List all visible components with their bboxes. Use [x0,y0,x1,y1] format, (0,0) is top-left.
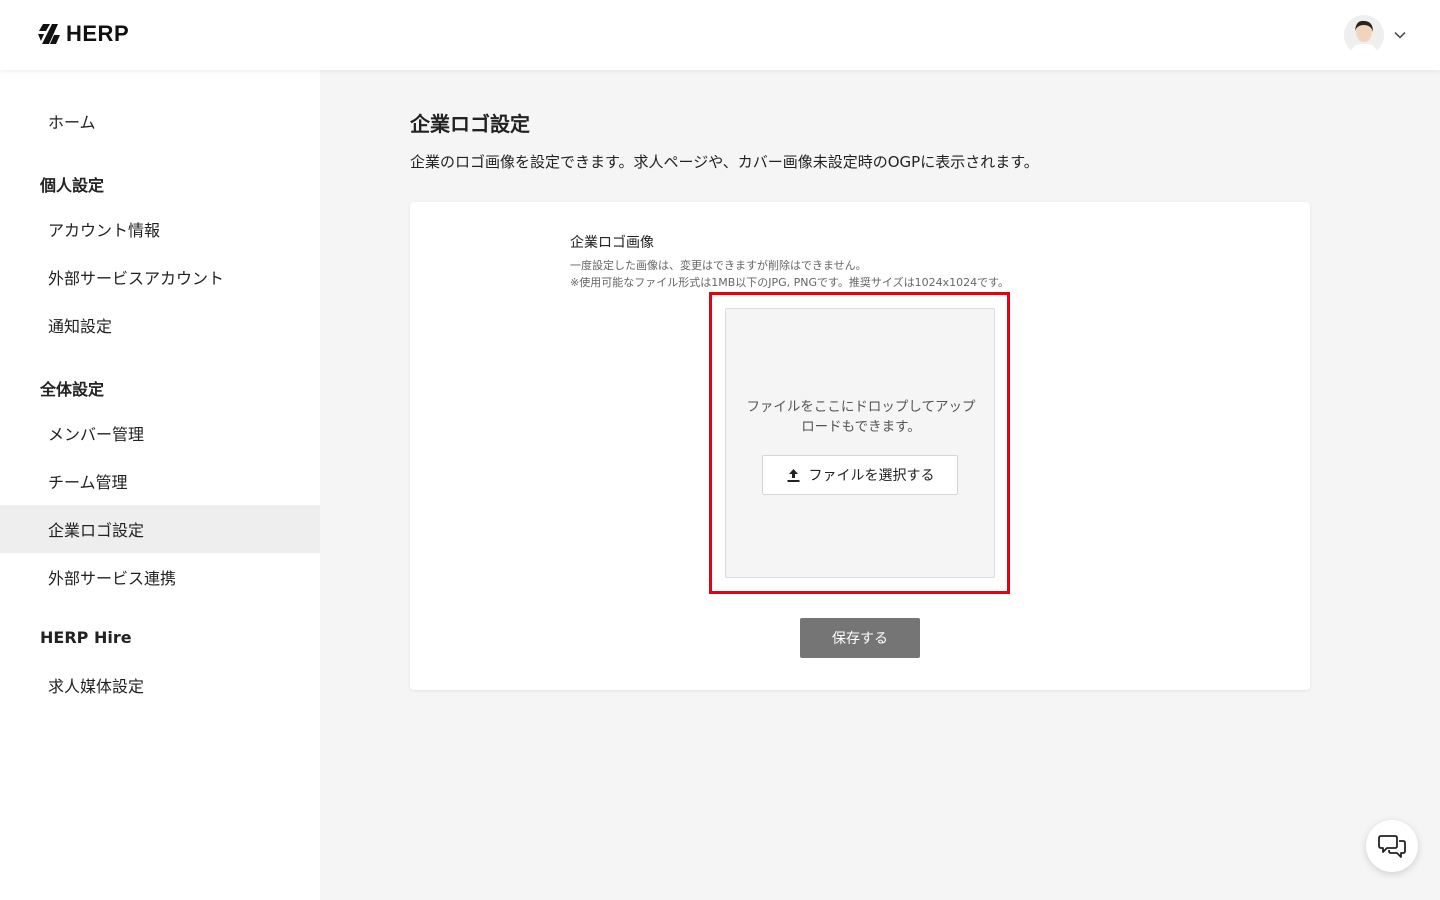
dropzone-text: ファイルをここにドロップしてアップロードもできます。 [746,399,976,435]
logo-text: HERP [66,21,130,46]
chat-button[interactable] [1366,820,1418,872]
field-label: 企業ロゴ画像 [570,235,654,251]
sidebar-item-label: 求人媒体設定 [48,677,145,696]
sidebar-item-label: ホーム [48,113,96,132]
sidebar-item-home[interactable]: ホーム [0,97,320,145]
sidebar-item-company-logo[interactable]: 企業ロゴ設定 [0,505,320,553]
sidebar-item-external-accounts[interactable]: 外部サービスアカウント [0,253,320,301]
chevron-down-icon[interactable] [1394,31,1406,39]
save-button[interactable]: 保存する [800,618,920,658]
sidebar-item-label: チーム管理 [48,473,128,492]
top-header: HERP [0,0,1440,70]
sidebar-item-integrations[interactable]: 外部サービス連携 [0,553,320,601]
sidebar-item-members[interactable]: メンバー管理 [0,409,320,457]
sidebar-item-notifications[interactable]: 通知設定 [0,301,320,349]
section-heading-global: 全体設定 [40,380,105,399]
upload-icon [787,468,799,482]
herp-logo-icon [38,24,60,44]
sidebar: ホーム 個人設定 アカウント情報 外部サービスアカウント 通知設定 全体設定 メ… [0,70,320,900]
section-heading-herp-hire: HERP Hire [40,628,132,647]
field-help-text: 一度設定した画像は、変更はできますが削除はできません。 ※使用可能なファイル形式… [570,257,1170,291]
sidebar-item-job-media[interactable]: 求人媒体設定 [0,661,320,709]
page-description: 企業のロゴ画像を設定できます。求人ページや、カバー画像未設定時のOGPに表示され… [410,153,1039,171]
user-menu[interactable] [1344,15,1406,55]
avatar-image [1344,15,1384,55]
sidebar-item-account-info[interactable]: アカウント情報 [0,205,320,253]
help-line: 一度設定した画像は、変更はできますが削除はできません。 [570,259,867,272]
sidebar-item-label: 外部サービスアカウント [48,269,225,288]
file-dropzone[interactable]: ファイルをここにドロップしてアップロードもできます。 ファイルを選択する [725,308,995,578]
herp-logo[interactable]: HERP [36,21,130,46]
avatar[interactable] [1344,15,1384,55]
sidebar-item-label: メンバー管理 [48,425,145,444]
help-line: ※使用可能なファイル形式は1MB以下のJPG, PNGです。推奨サイズは1024… [570,276,1009,289]
section-heading-personal: 個人設定 [40,176,105,195]
sidebar-item-label: アカウント情報 [48,221,161,240]
sidebar-item-label: 通知設定 [48,317,113,336]
sidebar-item-label: 企業ロゴ設定 [48,521,145,540]
select-file-button[interactable]: ファイルを選択する [762,455,958,495]
sidebar-item-label: 外部サービス連携 [48,569,177,588]
page-title: 企業ロゴ設定 [410,112,530,136]
logo-settings-card: 企業ロゴ画像 一度設定した画像は、変更はできますが削除はできません。 ※使用可能… [410,202,1310,690]
select-file-label: ファイルを選択する [808,468,935,484]
sidebar-item-teams[interactable]: チーム管理 [0,457,320,505]
chat-bubbles-icon [1378,835,1406,858]
